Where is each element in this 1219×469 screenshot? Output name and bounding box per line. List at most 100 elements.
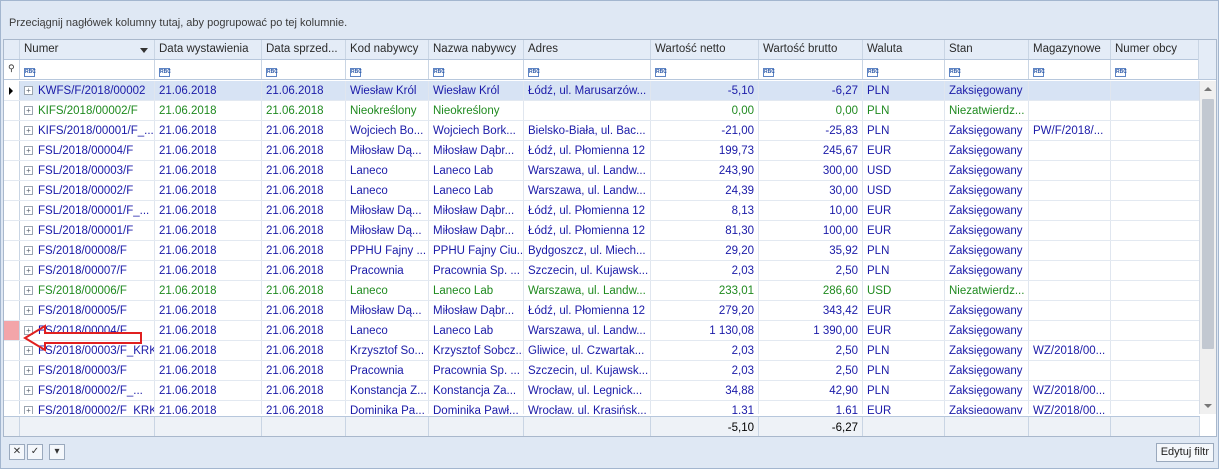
- expand-row-icon[interactable]: +: [24, 286, 33, 295]
- column-header-obcy[interactable]: Numer obcy: [1111, 40, 1200, 59]
- clear-filter-button[interactable]: ✕: [9, 444, 25, 460]
- group-by-panel[interactable]: Przeciągnij nagłówek kolumny tutaj, aby …: [2, 2, 1218, 39]
- expand-row-icon[interactable]: +: [24, 106, 33, 115]
- expand-row-icon[interactable]: +: [24, 366, 33, 375]
- filter-cell-obcy[interactable]: RBC: [1111, 60, 1200, 79]
- expand-row-icon[interactable]: +: [24, 246, 33, 255]
- cell-netto: 8,13: [651, 201, 759, 220]
- filter-cell-brutto[interactable]: RBC: [759, 60, 863, 79]
- column-header-netto[interactable]: Wartość netto: [651, 40, 759, 59]
- expand-row-icon[interactable]: +: [24, 226, 33, 235]
- filter-cell-adres[interactable]: RBC: [524, 60, 651, 79]
- edit-filter-button[interactable]: Edytuj filtr: [1155, 443, 1214, 462]
- text-filter-icon: RBC: [266, 68, 278, 77]
- table-row[interactable]: + FSL/2018/00001/F 21.06.2018 21.06.2018 Mił…: [4, 221, 1200, 241]
- column-header-stan[interactable]: Stan: [945, 40, 1029, 59]
- scroll-down-button[interactable]: [1200, 398, 1216, 414]
- table-row[interactable]: + FS/2018/00005/F 21.06.2018 21.06.2018 Miło…: [4, 301, 1200, 321]
- row-indicator[interactable]: [4, 141, 20, 160]
- cell-nazwa: Dominika Pawł...: [429, 401, 524, 414]
- table-row[interactable]: + FSL/2018/00001/F_... 21.06.2018 21.06.201…: [4, 201, 1200, 221]
- vertical-scrollbar[interactable]: [1199, 81, 1216, 414]
- table-row[interactable]: + FS/2018/00003/F_KRK 21.06.2018 21.06.2018…: [4, 341, 1200, 361]
- cell-text: Miłosław Dąbr...: [433, 205, 515, 217]
- cell-brutto: 0,00: [759, 101, 863, 120]
- cell-text: 1 390,00: [813, 325, 858, 337]
- filter-cell-nazwa[interactable]: RBC: [429, 60, 524, 79]
- row-indicator[interactable]: [4, 221, 20, 240]
- row-indicator[interactable]: [4, 121, 20, 140]
- filter-cell-netto[interactable]: RBC: [651, 60, 759, 79]
- table-row[interactable]: + FS/2018/00007/F 21.06.2018 21.06.2018 Prac…: [4, 261, 1200, 281]
- column-header-waluta[interactable]: Waluta: [863, 40, 945, 59]
- expand-row-icon[interactable]: +: [24, 406, 33, 414]
- table-row[interactable]: + FS/2018/00008/F 21.06.2018 21.06.2018 PPHU…: [4, 241, 1200, 261]
- cell-adres: Bielsko-Biała, ul. Bac...: [524, 121, 651, 140]
- row-indicator[interactable]: [4, 241, 20, 260]
- filter-cell-numer[interactable]: RBC: [20, 60, 155, 79]
- row-indicator[interactable]: [4, 181, 20, 200]
- cell-text: -6,27: [831, 85, 858, 97]
- row-indicator[interactable]: [4, 101, 20, 120]
- column-header-label: Wartość brutto: [763, 43, 838, 55]
- table-row[interactable]: + KIFS/2018/00001/F_... 21.06.2018 21.06.20…: [4, 121, 1200, 141]
- table-row[interactable]: + FS/2018/00003/F 21.06.2018 21.06.2018 Prac…: [4, 361, 1200, 381]
- row-indicator[interactable]: [4, 161, 20, 180]
- table-row[interactable]: + KWFS/F/2018/00002 21.06.2018 21.06.2018 Wi…: [4, 81, 1200, 101]
- column-header-data_sprz[interactable]: Data sprzed...: [262, 40, 346, 59]
- row-indicator[interactable]: [4, 321, 20, 340]
- enable-filter-checkbox[interactable]: ✓: [27, 444, 43, 460]
- text-filter-icon: RBC: [1115, 68, 1127, 77]
- table-row[interactable]: + FS/2018/00004/F 21.06.2018 21.06.2018 Lane…: [4, 321, 1200, 341]
- cell-magazyn: WZ/2018/00...: [1029, 381, 1111, 400]
- expand-row-icon[interactable]: +: [24, 306, 33, 315]
- cell-text: 21.06.2018: [266, 345, 324, 357]
- row-indicator[interactable]: [4, 261, 20, 280]
- scroll-up-button[interactable]: [1200, 81, 1216, 97]
- row-indicator[interactable]: [4, 301, 20, 320]
- filter-cell-waluta[interactable]: RBC: [863, 60, 945, 79]
- expand-row-icon[interactable]: +: [24, 266, 33, 275]
- expand-row-icon[interactable]: +: [24, 386, 33, 395]
- filter-cell-kod[interactable]: RBC: [346, 60, 429, 79]
- row-indicator[interactable]: [4, 341, 20, 360]
- column-header-nazwa[interactable]: Nazwa nabywcy: [429, 40, 524, 59]
- column-header-brutto[interactable]: Wartość brutto: [759, 40, 863, 59]
- scroll-thumb[interactable]: [1202, 99, 1214, 349]
- table-row[interactable]: + FSL/2018/00004/F 21.06.2018 21.06.2018 Mił…: [4, 141, 1200, 161]
- filter-cell-data_wyst[interactable]: RBC: [155, 60, 262, 79]
- table-row[interactable]: + FSL/2018/00003/F 21.06.2018 21.06.2018 Lan…: [4, 161, 1200, 181]
- expand-row-icon[interactable]: +: [24, 126, 33, 135]
- cell-waluta: PLN: [863, 121, 945, 140]
- expand-row-icon[interactable]: +: [24, 346, 33, 355]
- cell-data_wyst: 21.06.2018: [155, 201, 262, 220]
- filter-history-dropdown[interactable]: ▾: [49, 444, 65, 460]
- filter-cell-stan[interactable]: RBC: [945, 60, 1029, 79]
- column-header-data_wyst[interactable]: Data wystawienia: [155, 40, 262, 59]
- column-header-magazyn[interactable]: Magazynowe: [1029, 40, 1111, 59]
- cell-adres: Wrocław, ul. Krasińsk...: [524, 401, 651, 414]
- cell-text: FS/2018/00004/F: [38, 325, 127, 337]
- table-row[interactable]: + FS/2018/00006/F 21.06.2018 21.06.2018 Lane…: [4, 281, 1200, 301]
- expand-row-icon[interactable]: +: [24, 86, 33, 95]
- expand-row-icon[interactable]: +: [24, 146, 33, 155]
- table-row[interactable]: + FSL/2018/00002/F 21.06.2018 21.06.2018 Lan…: [4, 181, 1200, 201]
- column-header-kod[interactable]: Kod nabywcy: [346, 40, 429, 59]
- expand-row-icon[interactable]: +: [24, 186, 33, 195]
- row-indicator[interactable]: [4, 381, 20, 400]
- row-indicator[interactable]: [4, 81, 20, 100]
- expand-row-icon[interactable]: +: [24, 326, 33, 335]
- table-row[interactable]: + FS/2018/00002/F_... 21.06.2018 21.06.2018…: [4, 381, 1200, 401]
- column-header-numer[interactable]: Numer: [20, 40, 155, 59]
- row-indicator[interactable]: [4, 401, 20, 414]
- column-header-adres[interactable]: Adres: [524, 40, 651, 59]
- row-indicator[interactable]: [4, 361, 20, 380]
- table-row[interactable]: + KIFS/2018/00002/F 21.06.2018 21.06.2018 Ni…: [4, 101, 1200, 121]
- filter-cell-data_sprz[interactable]: RBC: [262, 60, 346, 79]
- expand-row-icon[interactable]: +: [24, 206, 33, 215]
- expand-row-icon[interactable]: +: [24, 166, 33, 175]
- row-indicator[interactable]: [4, 281, 20, 300]
- row-indicator[interactable]: [4, 201, 20, 220]
- table-row[interactable]: + FS/2018/00002/F_KRK 21.06.2018 21.06.2018…: [4, 401, 1200, 414]
- filter-cell-magazyn[interactable]: RBC: [1029, 60, 1111, 79]
